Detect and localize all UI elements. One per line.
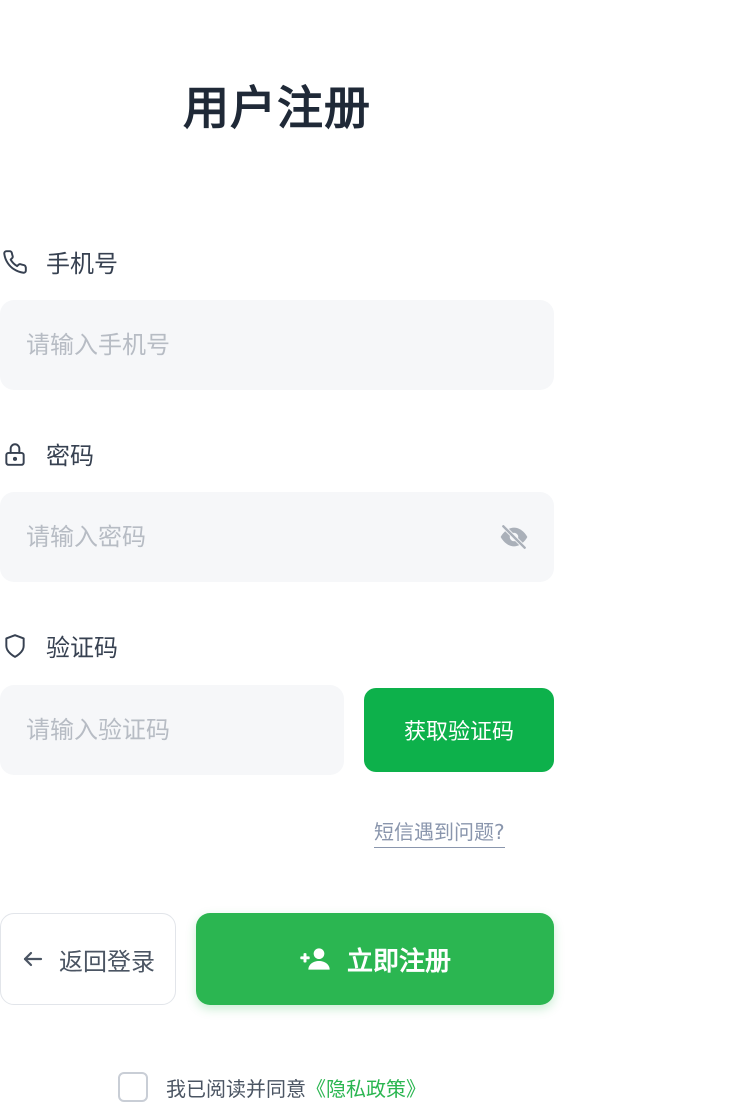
phone-label: 手机号	[0, 244, 118, 279]
register-page: 用户注册 手机号 密码 验证码	[0, 0, 738, 1114]
code-label: 验证码	[0, 628, 118, 663]
get-code-button[interactable]: 获取验证码	[364, 688, 554, 772]
lock-icon	[0, 439, 30, 469]
privacy-policy-link[interactable]: 《隐私政策》	[306, 1073, 426, 1102]
add-user-icon	[300, 948, 330, 970]
phone-icon	[0, 247, 30, 277]
page-title: 用户注册	[183, 81, 371, 135]
agreement-row: 我已阅读并同意 《隐私政策》	[118, 1072, 426, 1102]
register-label: 立即注册	[346, 945, 451, 976]
phone-input[interactable]	[26, 300, 554, 390]
password-label: 密码	[0, 436, 94, 471]
password-input-box[interactable]	[0, 492, 554, 582]
password-input[interactable]	[26, 492, 466, 582]
back-to-login-label: 返回登录	[59, 947, 155, 976]
agreement-text: 我已阅读并同意	[166, 1076, 306, 1101]
back-to-login-button[interactable]: 返回登录	[0, 913, 176, 1005]
code-label-text: 验证码	[46, 634, 118, 662]
sms-help-link[interactable]: 短信遇到问题?	[374, 816, 505, 848]
phone-label-text: 手机号	[46, 250, 118, 278]
shield-icon	[0, 631, 30, 661]
code-input[interactable]	[26, 685, 344, 775]
arrow-left-icon	[23, 951, 43, 967]
eye-off-icon[interactable]	[496, 520, 532, 554]
code-input-box[interactable]	[0, 685, 344, 775]
phone-input-box[interactable]	[0, 300, 554, 390]
register-button[interactable]: 立即注册	[196, 913, 554, 1005]
password-label-text: 密码	[46, 442, 94, 470]
agreement-checkbox[interactable]	[118, 1072, 148, 1102]
